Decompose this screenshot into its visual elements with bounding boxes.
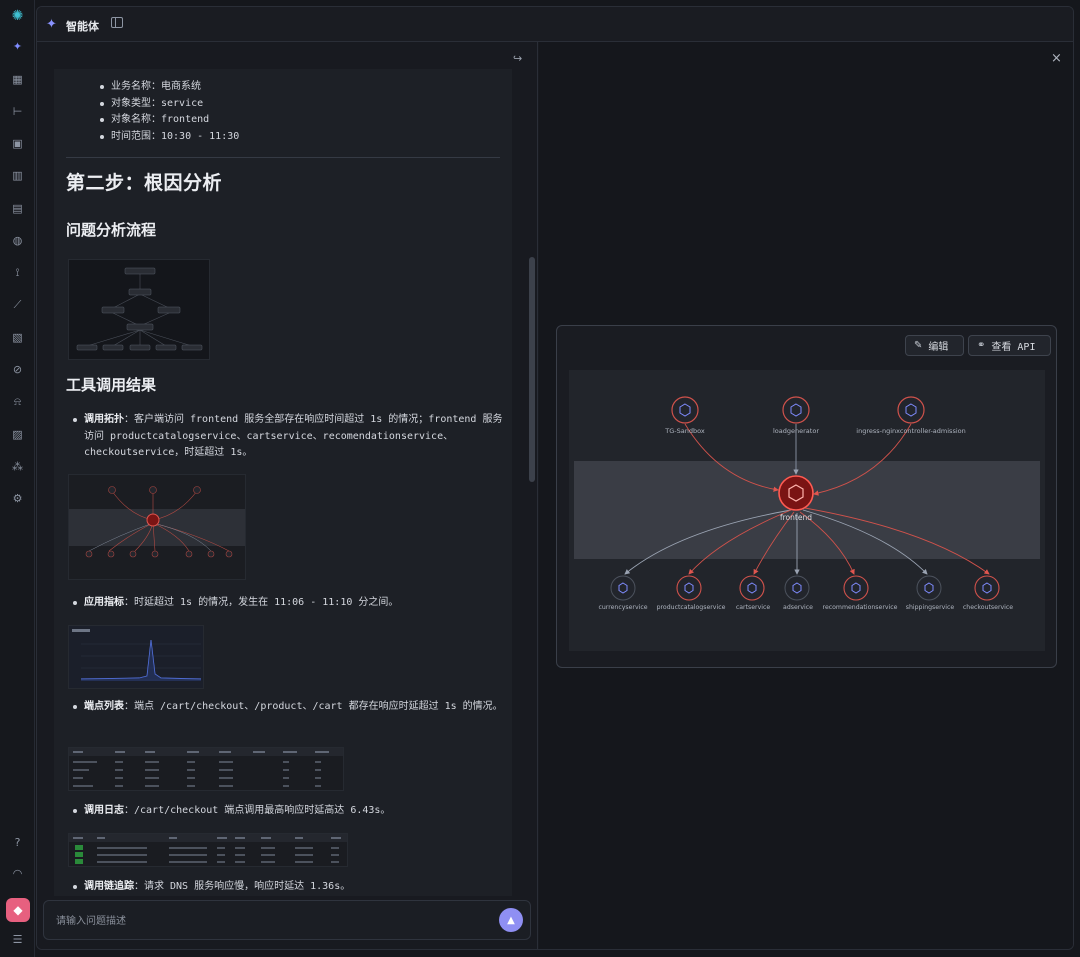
scrollbar[interactable] (529, 257, 535, 482)
link-icon: ⚭ (977, 340, 986, 351)
node-shippingservice[interactable]: shippingservice (906, 575, 955, 611)
list-item: 业务名称：电商系统 (99, 79, 239, 96)
close-icon[interactable]: × (1051, 51, 1062, 66)
result-label: 应用指标 (84, 597, 124, 608)
result-item-topology: 调用拓扑：客户端访问 frontend 服务全部存在响应时间超过 1s 的情况；… (73, 412, 504, 462)
node-label: currencyservice (598, 604, 647, 611)
help-icon[interactable]: ? (10, 835, 25, 850)
result-text: ：/cart/checkout 端点调用最高响应时延高达 6.43s。 (124, 805, 391, 816)
node-tg-sandbox[interactable]: TG-Sandbox (664, 396, 705, 435)
support-icon[interactable]: ◠ (10, 866, 25, 881)
settings-icon[interactable]: ☰ (10, 932, 25, 947)
agent-icon[interactable]: ✦ (10, 39, 25, 54)
node-frontend[interactable]: frontend (778, 475, 814, 522)
results-heading: 工具调用结果 (66, 376, 157, 394)
result-label: 端点列表 (84, 701, 124, 712)
avatar[interactable]: ◆ (6, 898, 30, 922)
result-label: 调用日志 (84, 805, 124, 816)
top-bar: ✦ 智能体 (37, 7, 1073, 42)
topology-svg: TG-Sandbox loadgenerator ingress-nginxco… (574, 396, 1040, 611)
node-recommendationservice[interactable]: recommendationservice (823, 575, 898, 611)
line-chart-icon[interactable]: ⟋ (10, 297, 25, 312)
node-checkoutservice[interactable]: checkoutservice (963, 575, 1013, 611)
result-text: ：时延超过 1s 的情况，发生在 11:06 - 11:10 分之间。 (124, 597, 399, 608)
result-text: ：客户端访问 frontend 服务全部存在响应时间超过 1s 的情况；fron… (84, 414, 503, 459)
gear-icon[interactable]: ⚙ (10, 491, 25, 506)
logs-table-thumbnail[interactable] (68, 833, 348, 867)
node-label: adservice (783, 604, 813, 611)
grid-icon[interactable]: ▦ (10, 72, 25, 87)
node-loadgenerator[interactable]: loadgenerator (773, 396, 819, 435)
node-label: cartservice (736, 604, 771, 611)
agent-sparkle-icon: ✦ (46, 17, 57, 32)
globe-icon[interactable]: ◍ (10, 233, 25, 248)
flowchart-thumbnail[interactable] (68, 259, 210, 360)
share-icon[interactable]: ↪ (513, 52, 522, 65)
node-label: checkoutservice (963, 604, 1013, 611)
node-label: shippingservice (906, 604, 955, 611)
endpoints-table-thumbnail[interactable] (68, 747, 344, 791)
node-adservice[interactable]: adservice (783, 575, 813, 611)
list-item: 对象类型：service (99, 96, 239, 113)
result-label: 调用链追踪 (84, 881, 134, 892)
result-item-endpoints: 端点列表：端点 /cart/checkout、/product、/cart 都存… (73, 699, 504, 716)
list-item: 时间范围：10:30 - 11:30 (99, 129, 239, 146)
chat-message-area[interactable]: 业务名称：电商系统 对象类型：service 对象名称：frontend 时间范… (54, 69, 512, 896)
alert-icon[interactable]: ⍾ (10, 394, 25, 409)
send-button[interactable]: ▲ (499, 908, 523, 932)
result-item-trace: 调用链追踪：请求 DNS 服务响应慢，响应时延达 1.36s。 (73, 879, 504, 896)
chat-panel: ↪ 业务名称：电商系统 对象类型：service 对象名称：frontend 时… (37, 42, 538, 949)
icon-rail: ✺ ✦ ▦ ⊢ ▣ ▥ ▤ ◍ ⟟ ⟋ ▧ ⊘ ⍾ ▨ ⁂ ⚙ ? ◠ ◆ ☰ (0, 0, 35, 957)
block-icon[interactable]: ⊘ (10, 362, 25, 377)
pencil-icon: ✎ (914, 340, 923, 351)
doc-icon[interactable]: ▧ (10, 330, 25, 345)
cluster-icon[interactable]: ⁂ (10, 459, 25, 474)
result-text: ：端点 /cart/checkout、/product、/cart 都存在响应时… (124, 701, 503, 712)
node-label: frontend (780, 513, 812, 522)
topology-graph[interactable]: TG-Sandbox loadgenerator ingress-nginxco… (569, 370, 1045, 651)
flow-heading: 问题分析流程 (66, 221, 157, 239)
topology-card: ✎ 编辑 ⚭ 查看 API TG-Sandbox loadgenerator i… (556, 325, 1057, 668)
node-label: productcatalogservice (657, 604, 726, 611)
view-api-button[interactable]: ⚭ 查看 API (968, 335, 1051, 356)
result-item-metrics: 应用指标：时延超过 1s 的情况，发生在 11:06 - 11:10 分之间。 (73, 595, 504, 612)
node-cartservice[interactable]: cartservice (736, 575, 771, 611)
node-currencyservice[interactable]: currencyservice (598, 575, 648, 611)
sidebar-toggle-icon[interactable] (111, 17, 123, 28)
node-label: recommendationservice (823, 604, 898, 611)
table-icon[interactable]: ▤ (10, 201, 25, 216)
node-label: TG-Sandbox (664, 427, 705, 435)
edit-label: 编辑 (928, 342, 949, 353)
node-productcatalogservice[interactable]: productcatalogservice (657, 575, 726, 611)
node-label: ingress-nginxcontroller-admission (856, 427, 965, 435)
node-ingress[interactable]: ingress-nginxcontroller-admission (856, 396, 966, 435)
context-list: 业务名称：电商系统 对象类型：service 对象名称：frontend 时间范… (99, 79, 239, 146)
result-text: ：请求 DNS 服务响应慢，响应时延达 1.36s。 (134, 881, 351, 892)
highlight-band (574, 461, 1040, 559)
tree-icon[interactable]: ⊢ (10, 104, 25, 119)
book-icon[interactable]: ▨ (10, 427, 25, 442)
app-frame: ✦ 智能体 ↪ 业务名称：电商系统 对象类型：service 对象名称：fron… (36, 6, 1074, 950)
result-label: 调用拓扑 (84, 414, 124, 425)
page-title: 智能体 (66, 20, 99, 33)
step-heading: 第二步：根因分析 (66, 172, 223, 194)
question-input-box: ▲ (43, 900, 531, 940)
divider (66, 157, 500, 158)
topology-thumbnail[interactable] (68, 474, 246, 580)
api-label: 查看 API (991, 342, 1036, 353)
send-icon: ▲ (507, 914, 515, 926)
list-item: 对象名称：frontend (99, 112, 239, 129)
node-label: loadgenerator (773, 427, 819, 435)
topology-panel: × ✎ 编辑 ⚭ 查看 API TG-Sandbox loadgenerator… (539, 42, 1073, 949)
result-item-logs: 调用日志：/cart/checkout 端点调用最高响应时延高达 6.43s。 (73, 803, 504, 820)
cpu-icon[interactable]: ▣ (10, 136, 25, 151)
metrics-chart-thumbnail[interactable] (68, 625, 204, 689)
bar-chart-icon[interactable]: ▥ (10, 168, 25, 183)
app-logo-icon[interactable]: ✺ (10, 8, 25, 24)
edit-button[interactable]: ✎ 编辑 (905, 335, 964, 356)
question-input[interactable] (56, 913, 476, 929)
signal-icon[interactable]: ⟟ (10, 265, 25, 280)
